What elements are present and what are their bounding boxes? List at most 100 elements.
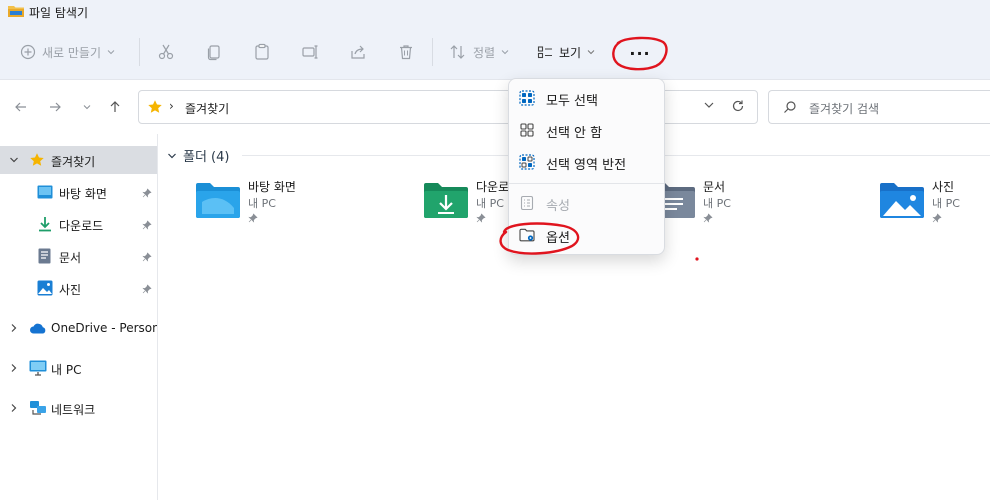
properties-icon bbox=[519, 195, 535, 215]
menu-item-label: 속성 bbox=[546, 199, 570, 214]
cut-button[interactable] bbox=[157, 40, 175, 64]
copy-icon bbox=[207, 45, 220, 61]
group-header-label: 폴더 (4) bbox=[183, 150, 230, 165]
desktop-icon bbox=[37, 185, 53, 202]
up-button[interactable] bbox=[104, 96, 126, 118]
pin-icon[interactable] bbox=[142, 219, 152, 233]
pictures-icon bbox=[37, 280, 53, 299]
more-options-button[interactable]: ··· bbox=[622, 40, 658, 66]
pin-icon bbox=[476, 212, 486, 226]
sidebar-item-label: 즐겨찾기 bbox=[51, 155, 96, 169]
document-icon bbox=[38, 248, 51, 267]
address-dropdown-icon[interactable] bbox=[703, 99, 715, 114]
download-folder-icon bbox=[424, 182, 468, 221]
chevron-down-icon bbox=[168, 153, 176, 158]
sidebar-item-label: 네트워크 bbox=[51, 403, 96, 417]
menu-item-select-none[interactable]: 선택 안 함 bbox=[513, 115, 661, 145]
plus-circle-icon bbox=[20, 44, 36, 60]
menu-item-select-all[interactable]: 모두 선택 bbox=[513, 83, 661, 113]
tile-name: 바탕 화면 bbox=[248, 180, 296, 194]
rename-button[interactable] bbox=[301, 40, 319, 64]
sidebar-item-label: 문서 bbox=[59, 251, 82, 265]
menu-item-label: 모두 선택 bbox=[546, 94, 598, 109]
rename-icon bbox=[302, 45, 318, 59]
address-bar[interactable]: › 즐겨찾기 bbox=[138, 90, 758, 124]
tile-location: 내 PC bbox=[703, 197, 731, 210]
arrow-right-icon bbox=[50, 102, 61, 112]
sort-button[interactable]: 정렬 bbox=[449, 40, 509, 64]
chevron-right-icon[interactable] bbox=[9, 403, 21, 416]
menu-item-invert-selection[interactable]: 선택 영역 반전 bbox=[513, 147, 661, 177]
sidebar-item-pictures[interactable]: 사진 bbox=[0, 274, 157, 302]
arrow-left-icon bbox=[15, 102, 26, 112]
pin-icon[interactable] bbox=[142, 187, 152, 201]
chevron-down-icon bbox=[83, 105, 91, 110]
file-explorer-icon bbox=[8, 4, 24, 17]
command-bar: 새로 만들기 정렬 보기 ··· bbox=[0, 24, 990, 80]
copy-button[interactable] bbox=[205, 40, 223, 64]
folder-tile-pictures[interactable]: 사진 내 PC bbox=[880, 176, 990, 228]
group-header[interactable]: 폴더 (4) bbox=[167, 146, 229, 165]
recent-locations-button[interactable] bbox=[76, 96, 98, 118]
star-icon bbox=[29, 152, 45, 171]
delete-icon bbox=[400, 45, 412, 60]
sort-icon bbox=[450, 45, 465, 59]
tile-name: 사진 bbox=[932, 180, 955, 194]
chevron-right-icon: › bbox=[169, 99, 174, 113]
arrow-up-icon bbox=[110, 101, 120, 112]
sort-button-label: 정렬 bbox=[473, 45, 496, 60]
pin-icon[interactable] bbox=[142, 251, 152, 265]
select-all-icon bbox=[519, 90, 535, 110]
sidebar-item-onedrive[interactable]: OneDrive - Persona bbox=[0, 314, 157, 342]
chevron-right-icon[interactable] bbox=[9, 323, 21, 336]
menu-item-options[interactable]: 옵션 bbox=[513, 220, 661, 250]
paste-button[interactable] bbox=[253, 40, 271, 64]
menu-item-properties[interactable]: 속성 bbox=[513, 188, 661, 218]
new-button-label: 새로 만들기 bbox=[42, 45, 102, 60]
delete-button[interactable] bbox=[397, 40, 415, 64]
sidebar-item-label: 바탕 화면 bbox=[59, 187, 107, 201]
sidebar-item-documents[interactable]: 문서 bbox=[0, 242, 157, 270]
view-list-icon bbox=[537, 46, 552, 59]
folder-tile-desktop[interactable]: 바탕 화면 내 PC bbox=[196, 176, 376, 228]
pin-icon bbox=[703, 212, 713, 226]
more-options-menu: 모두 선택 선택 안 함 선택 영역 반전 속성 옵션 bbox=[508, 78, 665, 255]
download-icon bbox=[38, 216, 52, 235]
folder-tile-documents[interactable]: 문서 내 PC bbox=[651, 176, 831, 228]
sidebar-item-network[interactable]: 네트워크 bbox=[0, 394, 157, 422]
sidebar-item-favorites[interactable]: 즐겨찾기 bbox=[0, 146, 157, 174]
cloud-icon bbox=[29, 322, 47, 337]
menu-item-label: 선택 영역 반전 bbox=[546, 158, 627, 173]
view-button-label: 보기 bbox=[559, 45, 582, 60]
sidebar-item-this-pc[interactable]: 내 PC bbox=[0, 354, 157, 382]
desktop-folder-icon bbox=[196, 182, 240, 221]
refresh-icon[interactable] bbox=[731, 99, 745, 116]
address-path[interactable]: 즐겨찾기 bbox=[185, 100, 229, 117]
pin-icon[interactable] bbox=[142, 283, 152, 297]
back-button[interactable] bbox=[10, 96, 32, 118]
chevron-down-icon[interactable] bbox=[9, 155, 21, 168]
search-placeholder: 즐겨찾기 검색 bbox=[809, 102, 880, 116]
share-button[interactable] bbox=[349, 40, 367, 64]
tile-location: 내 PC bbox=[248, 197, 276, 210]
forward-button[interactable] bbox=[44, 96, 66, 118]
chevron-right-icon[interactable] bbox=[9, 363, 21, 376]
options-icon bbox=[519, 227, 535, 247]
tile-name: 문서 bbox=[703, 180, 726, 194]
select-none-icon bbox=[519, 122, 535, 142]
star-icon bbox=[147, 99, 163, 118]
menu-separator bbox=[509, 183, 664, 184]
menu-item-label: 옵션 bbox=[546, 231, 570, 246]
sidebar-item-desktop[interactable]: 바탕 화면 bbox=[0, 178, 157, 206]
invert-selection-icon bbox=[519, 154, 535, 174]
new-button[interactable]: 새로 만들기 bbox=[20, 40, 115, 64]
sidebar-item-downloads[interactable]: 다운로드 bbox=[0, 210, 157, 238]
chevron-down-icon bbox=[107, 50, 115, 55]
search-icon bbox=[783, 100, 797, 117]
search-input[interactable]: 즐겨찾기 검색 bbox=[768, 90, 990, 124]
share-icon bbox=[351, 45, 365, 59]
sidebar-item-label: 사진 bbox=[59, 283, 82, 297]
view-button[interactable]: 보기 bbox=[537, 40, 595, 64]
pc-icon bbox=[29, 360, 47, 379]
tile-location: 내 PC bbox=[476, 197, 504, 210]
